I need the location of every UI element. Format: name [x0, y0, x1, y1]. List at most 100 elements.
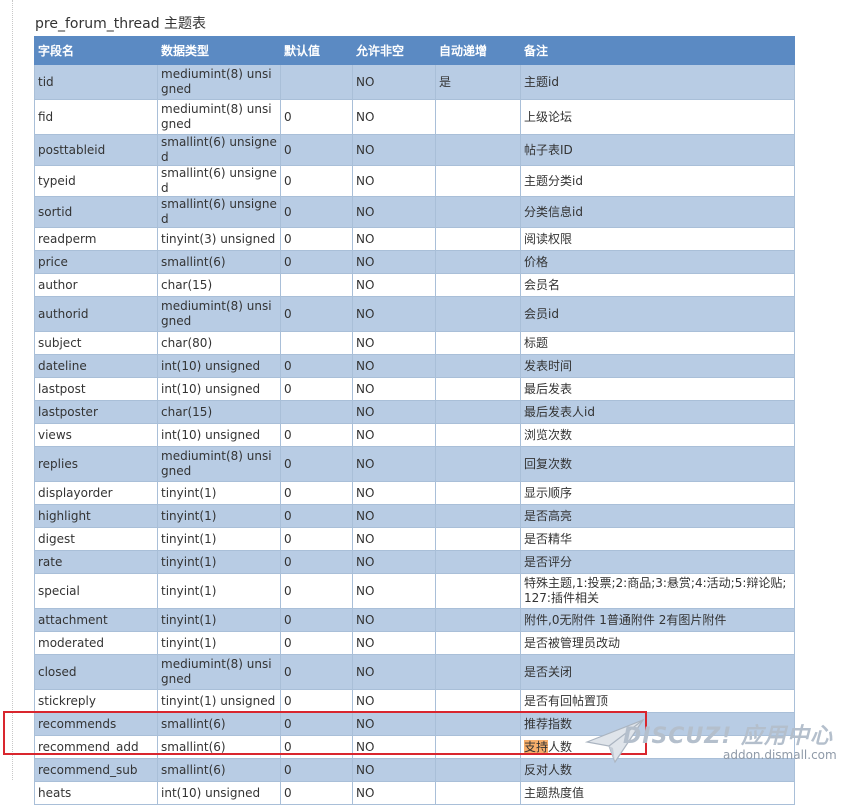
cell-field: special — [34, 573, 158, 609]
cell-type: tinyint(1) — [157, 481, 281, 505]
table-row: author char(15) NO 会员名 — [34, 273, 795, 297]
table-row: fid mediumint(8) unsigned 0 NO 上级论坛 — [34, 99, 795, 135]
cell-default: 0 — [280, 608, 353, 632]
cell-default — [280, 331, 353, 355]
cell-field: authorid — [34, 296, 158, 332]
cell-default: 0 — [280, 631, 353, 655]
cell-auto-increment — [435, 550, 521, 574]
cell-note: 浏览次数 — [520, 423, 795, 447]
cell-type: tinyint(1) unsigned — [157, 689, 281, 713]
cell-nullable: NO — [352, 400, 436, 424]
cell-auto-increment — [435, 481, 521, 505]
cell-auto-increment — [435, 196, 521, 228]
cell-note: 会员名 — [520, 273, 795, 297]
cell-type: smallint(6) — [157, 250, 281, 274]
table-row: views int(10) unsigned 0 NO 浏览次数 — [34, 423, 795, 447]
cell-note: 是否精华 — [520, 527, 795, 551]
cell-auto-increment — [435, 134, 521, 166]
header-type: 数据类型 — [157, 36, 281, 65]
cell-field: typeid — [34, 165, 158, 197]
table-row: attachment tinyint(1) 0 NO 附件,0无附件 1普通附件 2有图… — [34, 608, 795, 632]
cell-type: int(10) unsigned — [157, 377, 281, 401]
cell-default — [280, 273, 353, 297]
table-row: lastpost int(10) unsigned 0 NO 最后发表 — [34, 377, 795, 401]
table-row: replies mediumint(8) unsigned 0 NO 回复次数 — [34, 446, 795, 482]
cell-field: posttableid — [34, 134, 158, 166]
cell-note: 会员id — [520, 296, 795, 332]
cell-note: 回复次数 — [520, 446, 795, 482]
cell-type: tinyint(1) — [157, 573, 281, 609]
cell-auto-increment — [435, 781, 521, 805]
cell-note: 主题分类id — [520, 165, 795, 197]
cell-note: 帖子表ID — [520, 134, 795, 166]
schema-table: 字段名 数据类型 默认值 允许非空 自动递增 备注 tid mediumint(8… — [34, 36, 795, 805]
cell-nullable: NO — [352, 273, 436, 297]
cell-note: 最后发表人id — [520, 400, 795, 424]
table-row: readperm tinyint(3) unsigned 0 NO 阅读权限 — [34, 227, 795, 251]
table-row: heats int(10) unsigned 0 NO 主题热度值 — [34, 781, 795, 805]
cell-field: price — [34, 250, 158, 274]
table-header-row: 字段名 数据类型 默认值 允许非空 自动递增 备注 — [34, 36, 795, 65]
cell-auto-increment — [435, 99, 521, 135]
cell-auto-increment — [435, 573, 521, 609]
cell-type: tinyint(1) — [157, 504, 281, 528]
cell-field: tid — [34, 64, 158, 100]
cell-nullable: NO — [352, 527, 436, 551]
cell-nullable: NO — [352, 504, 436, 528]
cell-note: 发表时间 — [520, 354, 795, 378]
table-row: displayorder tinyint(1) 0 NO 显示顺序 — [34, 481, 795, 505]
cell-default: 0 — [280, 758, 353, 782]
cell-auto-increment — [435, 331, 521, 355]
cell-note: 价格 — [520, 250, 795, 274]
cell-field: digest — [34, 527, 158, 551]
table-row: dateline int(10) unsigned 0 NO 发表时间 — [34, 354, 795, 378]
cell-field: dateline — [34, 354, 158, 378]
cell-type: tinyint(1) — [157, 527, 281, 551]
cell-nullable: NO — [352, 99, 436, 135]
header-nullable: 允许非空 — [352, 36, 436, 65]
cell-default: 0 — [280, 527, 353, 551]
cell-default: 0 — [280, 134, 353, 166]
cell-nullable: NO — [352, 781, 436, 805]
cell-default: 0 — [280, 99, 353, 135]
cell-auto-increment — [435, 608, 521, 632]
cell-field: closed — [34, 654, 158, 690]
table-row: highlight tinyint(1) 0 NO 是否高亮 — [34, 504, 795, 528]
cell-nullable: NO — [352, 64, 436, 100]
cell-field: heats — [34, 781, 158, 805]
cell-auto-increment — [435, 250, 521, 274]
cell-note: 特殊主题,1:投票;2:商品;3:悬赏;4:活动;5:辩论贴;127:插件相关 — [520, 573, 795, 609]
cell-nullable: NO — [352, 296, 436, 332]
cell-nullable: NO — [352, 250, 436, 274]
table-row: tid mediumint(8) unsigned NO 是主题id — [34, 64, 795, 100]
table-row: lastposter char(15) NO 最后发表人id — [34, 400, 795, 424]
cell-default: 0 — [280, 504, 353, 528]
cell-default — [280, 400, 353, 424]
cell-type: mediumint(8) unsigned — [157, 654, 281, 690]
table-row: digest tinyint(1) 0 NO 是否精华 — [34, 527, 795, 551]
cell-nullable: NO — [352, 196, 436, 228]
cell-field: readperm — [34, 227, 158, 251]
cell-auto-increment — [435, 227, 521, 251]
left-dotted-rule — [12, 0, 13, 780]
table-row: rate tinyint(1) 0 NO 是否评分 — [34, 550, 795, 574]
cell-note: 显示顺序 — [520, 481, 795, 505]
cell-type: smallint(6) unsigned — [157, 165, 281, 197]
cell-auto-increment — [435, 377, 521, 401]
cell-auto-increment — [435, 296, 521, 332]
cell-default: 0 — [280, 654, 353, 690]
header-field: 字段名 — [34, 36, 158, 65]
table-row: closed mediumint(8) unsigned 0 NO 是否关闭 — [34, 654, 795, 690]
cell-field: displayorder — [34, 481, 158, 505]
cell-type: int(10) unsigned — [157, 354, 281, 378]
table-row: price smallint(6) 0 NO 价格 — [34, 250, 795, 274]
cell-nullable: NO — [352, 331, 436, 355]
cell-default: 0 — [280, 227, 353, 251]
header-default: 默认值 — [280, 36, 353, 65]
cell-note: 是否高亮 — [520, 504, 795, 528]
cell-default — [280, 64, 353, 100]
cell-auto-increment — [435, 354, 521, 378]
table-caption: pre_forum_thread 主题表 — [35, 16, 207, 32]
cell-field: sortid — [34, 196, 158, 228]
cell-nullable: NO — [352, 573, 436, 609]
